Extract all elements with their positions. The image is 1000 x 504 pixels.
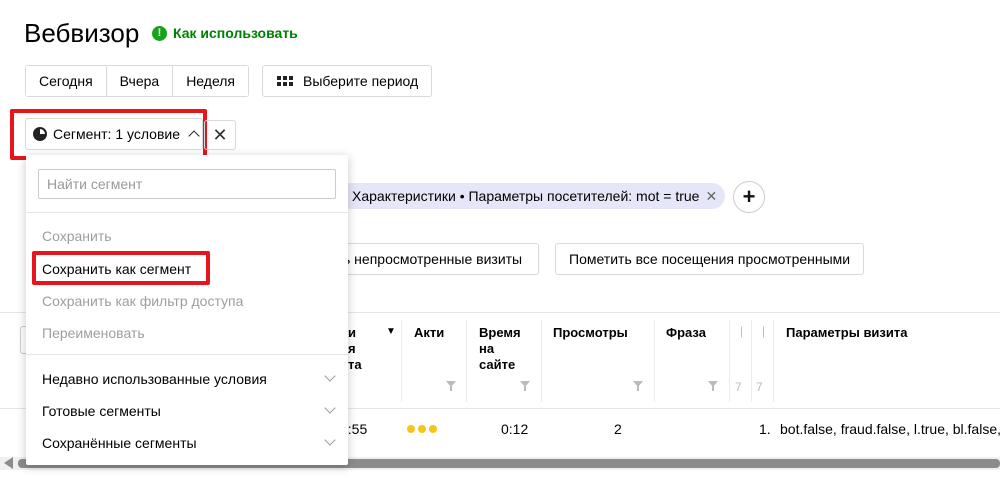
plus-icon: + bbox=[742, 184, 756, 209]
info-icon: ! bbox=[152, 25, 167, 41]
choose-period-label: Выберите период bbox=[303, 73, 419, 89]
segment-button[interactable]: Сегмент: 1 условие bbox=[25, 118, 203, 150]
mark-unviewed-label: ь непросмотренные визиты bbox=[343, 251, 523, 267]
menu-divider bbox=[26, 212, 348, 213]
column-header-time-line: сайте bbox=[479, 357, 516, 372]
scroll-left-arrow-icon[interactable] bbox=[4, 457, 13, 469]
column-separator bbox=[729, 320, 730, 402]
chevron-up-icon bbox=[188, 130, 200, 142]
column-header-views[interactable]: Просмотры bbox=[553, 325, 628, 341]
filter-icon[interactable] bbox=[446, 381, 456, 391]
page-title: Вебвизор bbox=[24, 18, 140, 48]
column-header-date-line: та bbox=[348, 357, 362, 372]
collapsed-column-marker: | bbox=[740, 324, 744, 338]
column-header-date[interactable]: и я та bbox=[348, 325, 362, 373]
menu-group-saved-segments[interactable]: Сохранённые сегменты bbox=[42, 435, 197, 451]
column-separator bbox=[751, 320, 752, 402]
pie-chart-icon bbox=[33, 127, 47, 141]
column-header-time-line: Время bbox=[479, 325, 521, 340]
collapsed-filter-icon[interactable]: 7 bbox=[756, 380, 763, 394]
column-separator bbox=[466, 320, 467, 402]
add-condition-button[interactable]: + bbox=[733, 181, 765, 213]
filter-chip[interactable]: Характеристики • Параметры посетителей: … bbox=[338, 183, 726, 209]
collapsed-filter-icon[interactable]: 7 bbox=[735, 380, 742, 394]
mark-all-viewed-label: Пометить все посещения просмотренными bbox=[569, 251, 851, 267]
cell-views: 2 bbox=[614, 421, 622, 437]
menu-item-rename[interactable]: Переименовать bbox=[42, 325, 145, 341]
remove-filter-icon[interactable]: ✕ bbox=[705, 188, 717, 205]
activity-indicator bbox=[407, 425, 437, 433]
cell-index: 1. bbox=[759, 421, 771, 437]
mark-unviewed-button[interactable]: ь непросмотренные визиты bbox=[322, 243, 539, 275]
menu-divider bbox=[26, 354, 348, 355]
column-header-time-on-site[interactable]: Время на сайте bbox=[479, 325, 521, 373]
chevron-down-icon bbox=[324, 434, 336, 446]
cell-visit-params: bot.false, fraud.false, l.true, bl.false… bbox=[780, 421, 1000, 437]
column-header-activity[interactable]: Акти bbox=[414, 325, 444, 341]
filter-icon[interactable] bbox=[520, 381, 530, 391]
column-header-date-line: я bbox=[348, 341, 356, 356]
column-header-date-line: и bbox=[348, 325, 356, 340]
filter-icon[interactable] bbox=[633, 381, 643, 391]
period-yesterday-button[interactable]: Вчера bbox=[106, 66, 174, 96]
close-icon: ✕ bbox=[212, 124, 228, 145]
period-selector: Сегодня Вчера Неделя bbox=[25, 65, 250, 97]
menu-group-recent-conditions[interactable]: Недавно использованные условия bbox=[42, 371, 267, 387]
cell-duration: 0:12 bbox=[501, 421, 529, 437]
column-separator bbox=[773, 320, 774, 402]
collapsed-column-marker: | bbox=[762, 324, 766, 338]
chevron-down-icon bbox=[324, 370, 336, 382]
period-today-button[interactable]: Сегодня bbox=[26, 66, 107, 96]
column-header-visit-params[interactable]: Параметры визита bbox=[786, 325, 907, 341]
column-header-time-line: на bbox=[479, 341, 495, 356]
column-separator bbox=[654, 320, 655, 402]
filter-chip-label: Характеристики • Параметры посетителей: … bbox=[352, 188, 700, 204]
clear-segment-button[interactable]: ✕ bbox=[204, 120, 236, 150]
sort-desc-icon[interactable]: ▼ bbox=[386, 326, 396, 337]
segment-dropdown-menu: Сохранить Сохранить как сегмент Сохранит… bbox=[26, 155, 348, 465]
mark-all-viewed-button[interactable]: Пометить все посещения просмотренными bbox=[555, 243, 865, 275]
choose-period-button[interactable]: Выберите период bbox=[262, 65, 432, 97]
period-week-button[interactable]: Неделя bbox=[173, 66, 249, 96]
menu-group-ready-segments[interactable]: Готовые сегменты bbox=[42, 403, 161, 419]
menu-item-save[interactable]: Сохранить bbox=[42, 228, 112, 244]
chevron-down-icon bbox=[324, 402, 336, 414]
column-separator bbox=[541, 320, 542, 402]
column-header-phrase[interactable]: Фраза bbox=[666, 325, 706, 341]
column-separator bbox=[401, 320, 402, 402]
menu-item-save-as-access-filter[interactable]: Сохранить как фильтр доступа bbox=[42, 293, 243, 309]
menu-item-save-as-segment[interactable]: Сохранить как сегмент bbox=[42, 261, 191, 277]
segment-search-input[interactable] bbox=[38, 169, 336, 199]
calendar-grid-icon bbox=[277, 76, 293, 86]
segment-button-label: Сегмент: 1 условие bbox=[53, 126, 181, 142]
filter-icon[interactable] bbox=[708, 381, 718, 391]
how-to-use-link[interactable]: ! Как использовать bbox=[152, 25, 298, 41]
how-to-use-label: Как использовать bbox=[173, 25, 298, 41]
